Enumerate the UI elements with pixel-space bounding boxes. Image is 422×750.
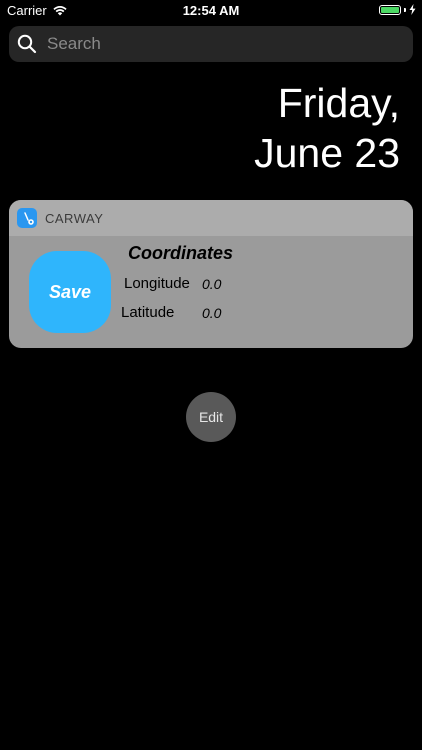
today-view-screen: Carrier 12:54 AM Friday, June 23	[0, 0, 422, 750]
charging-bolt-icon	[409, 4, 416, 15]
status-right	[379, 4, 416, 15]
carway-app-icon	[17, 208, 37, 228]
search-input[interactable]	[45, 33, 389, 55]
status-bar: Carrier 12:54 AM	[0, 0, 422, 22]
latitude-label: Latitude	[121, 304, 175, 321]
search-bar[interactable]	[9, 26, 413, 62]
longitude-label: Longitude	[124, 275, 190, 292]
latitude-value: 0.0	[202, 305, 222, 321]
widget-body: Save Coordinates Longitude 0.0 Latitude …	[9, 236, 413, 348]
battery-tip	[404, 7, 406, 12]
status-time: 12:54 AM	[182, 3, 240, 18]
search-icon	[17, 34, 37, 54]
coordinates-title: Coordinates	[128, 243, 234, 263]
date-weekday: Friday,	[277, 80, 400, 126]
longitude-value: 0.0	[202, 276, 222, 292]
battery-fill	[381, 6, 399, 13]
battery-icon	[379, 4, 401, 15]
widget-header[interactable]: CARWAY	[9, 200, 413, 236]
date-month-day: June 23	[254, 130, 400, 176]
save-button[interactable]: Save	[29, 251, 111, 333]
map-pin-icon	[24, 212, 34, 225]
carway-widget: CARWAY Save Coordinates Longitude 0.0 La…	[9, 200, 413, 348]
date-display: Friday, June 23	[254, 78, 400, 178]
edit-button[interactable]: Edit	[186, 392, 236, 442]
widget-app-name: CARWAY	[45, 210, 104, 226]
